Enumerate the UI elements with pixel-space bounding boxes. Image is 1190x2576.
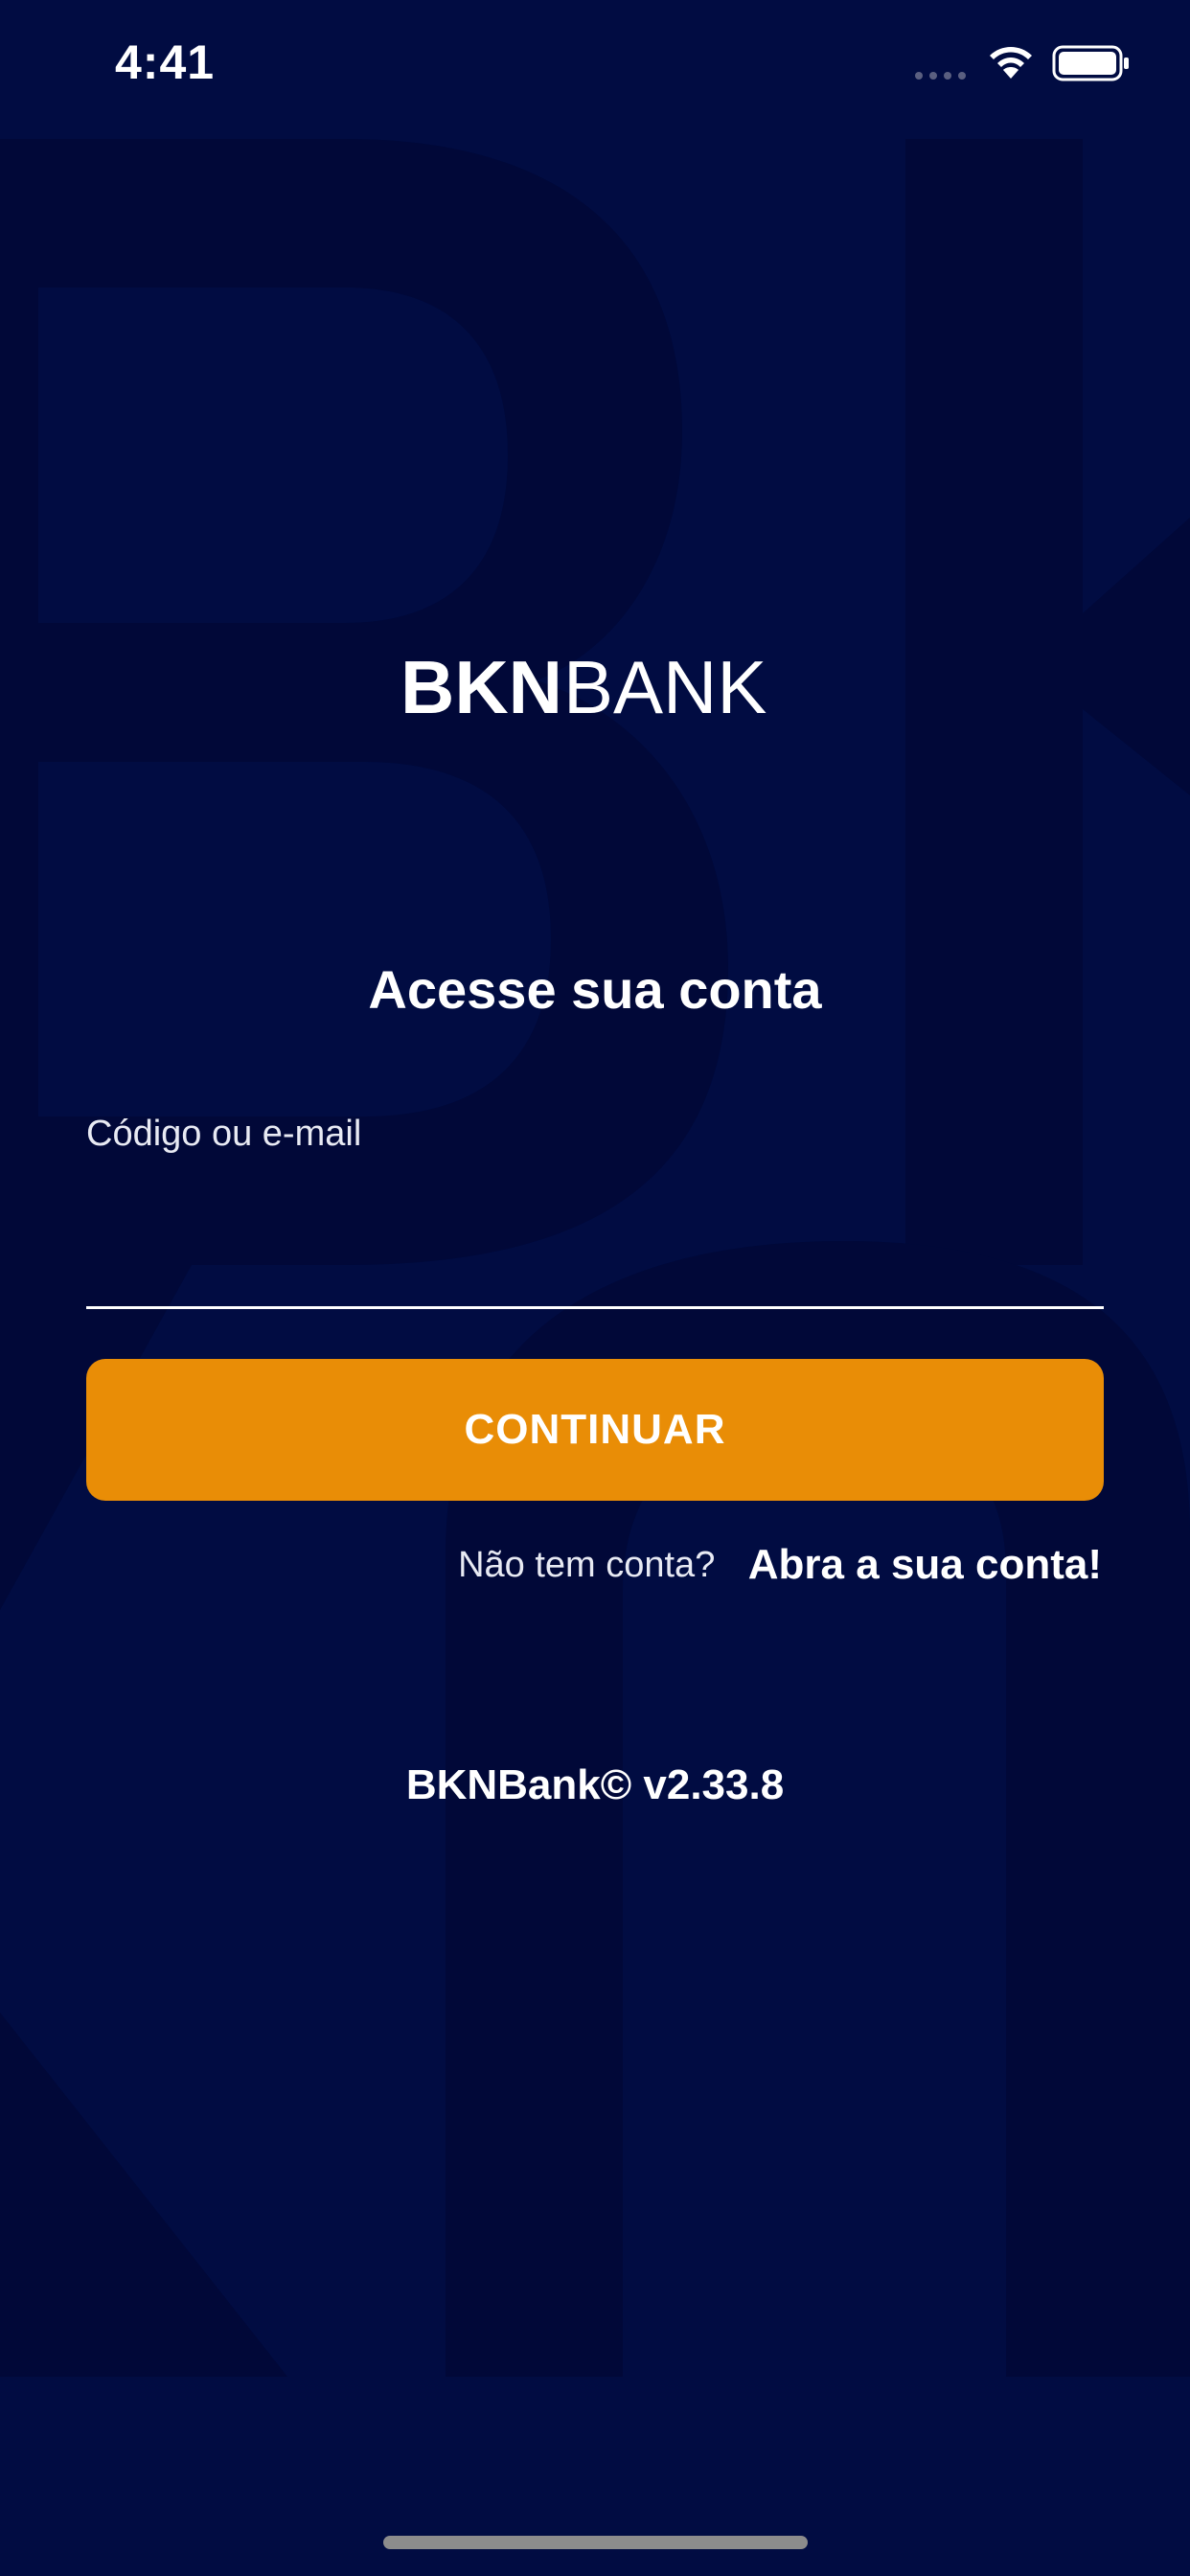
bknbank-logo: BKN BANK: [400, 652, 767, 721]
status-bar: 4:41: [0, 0, 1190, 134]
page-title: Acesse sua conta: [368, 959, 822, 1020]
code-or-email-input[interactable]: [86, 1181, 1104, 1309]
cellular-signal-icon: [915, 72, 966, 80]
home-indicator[interactable]: [383, 2536, 808, 2549]
logo-text-light: BANK: [563, 652, 767, 721]
login-screen: 4:41 BKN BANK Acesse sua conta Código ou…: [0, 0, 1190, 2576]
continue-button[interactable]: CONTINUAR: [86, 1359, 1104, 1501]
logo-text-bold: BKN: [400, 652, 562, 721]
no-account-text: Não tem conta?: [458, 1544, 716, 1585]
signup-prompt: Não tem conta? Abra a sua conta!: [0, 1541, 1102, 1589]
code-or-email-label: Código ou e-mail: [86, 1114, 362, 1154]
wifi-icon: [990, 47, 1032, 79]
open-account-link[interactable]: Abra a sua conta!: [748, 1541, 1102, 1588]
status-time: 4:41: [115, 35, 216, 89]
battery-icon: [1052, 45, 1129, 81]
app-version: BKNBank© v2.33.8: [405, 1761, 785, 1808]
